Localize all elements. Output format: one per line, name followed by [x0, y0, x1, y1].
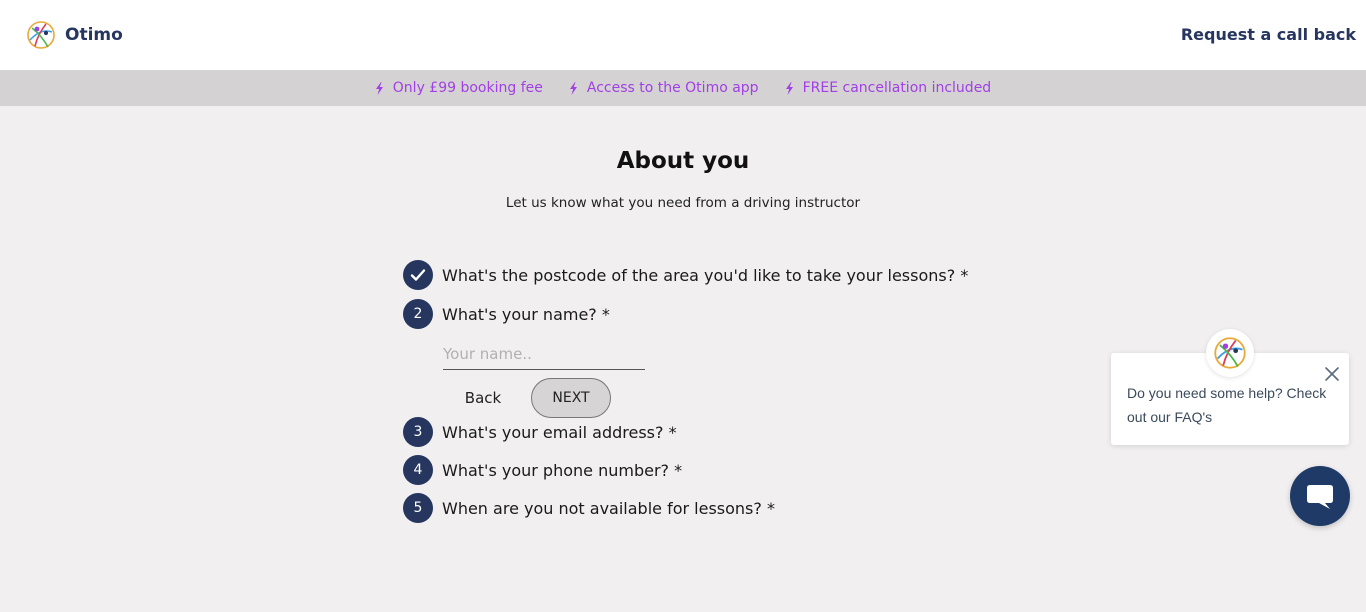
perks-bar: Only £99 booking fee Access to the Otimo…: [0, 70, 1366, 106]
step-email: 3 What's your email address? *: [403, 417, 677, 447]
close-icon[interactable]: [1322, 364, 1342, 384]
name-input[interactable]: [443, 338, 645, 370]
page-subtitle: Let us know what you need from a driving…: [505, 195, 861, 211]
step-number-badge: 4: [403, 455, 433, 485]
perk-label: Only £99 booking fee: [392, 80, 543, 96]
step-name: 2 What's your name? *: [403, 299, 610, 329]
next-button[interactable]: NEXT: [531, 378, 611, 418]
step-phone: 4 What's your phone number? *: [403, 455, 682, 485]
bolt-icon: [785, 81, 793, 95]
step-label: What's the postcode of the area you'd li…: [442, 265, 969, 285]
brand-logo[interactable]: Otimo: [26, 20, 123, 50]
request-callback-link[interactable]: Request a call back: [1181, 25, 1356, 44]
perk-app-access: Access to the Otimo app: [569, 80, 759, 96]
otimo-logo-icon: [27, 21, 55, 49]
chat-launcher-button[interactable]: [1290, 466, 1350, 526]
step-complete-badge: [403, 260, 433, 290]
step-label: When are you not available for lessons? …: [442, 498, 775, 518]
page-title: About you: [616, 148, 750, 174]
brand-name: Otimo: [65, 25, 123, 45]
step-number-badge: 2: [403, 299, 433, 329]
check-icon: [410, 269, 426, 281]
step-availability: 5 When are you not available for lessons…: [403, 493, 775, 523]
step-postcode[interactable]: What's the postcode of the area you'd li…: [403, 260, 968, 290]
help-avatar: [1206, 329, 1254, 377]
site-header: Otimo Request a call back: [0, 0, 1366, 70]
help-message: Do you need some help? Check out our FAQ…: [1127, 385, 1327, 425]
chat-bubble-icon: [1307, 485, 1333, 509]
step-label: What's your email address? *: [442, 422, 677, 442]
otimo-logo-icon: [1214, 337, 1246, 369]
bolt-icon: [569, 81, 577, 95]
perk-free-cancellation: FREE cancellation included: [785, 80, 992, 96]
perk-label: Access to the Otimo app: [586, 80, 759, 96]
perk-booking-fee: Only £99 booking fee: [375, 80, 543, 96]
step-label: What's your phone number? *: [442, 460, 683, 480]
perk-label: FREE cancellation included: [802, 80, 992, 96]
step-number-badge: 5: [403, 493, 433, 523]
step-label: What's your name? *: [442, 304, 610, 324]
bolt-icon: [375, 81, 383, 95]
back-button[interactable]: Back: [446, 379, 520, 417]
step-number-badge: 3: [403, 417, 433, 447]
